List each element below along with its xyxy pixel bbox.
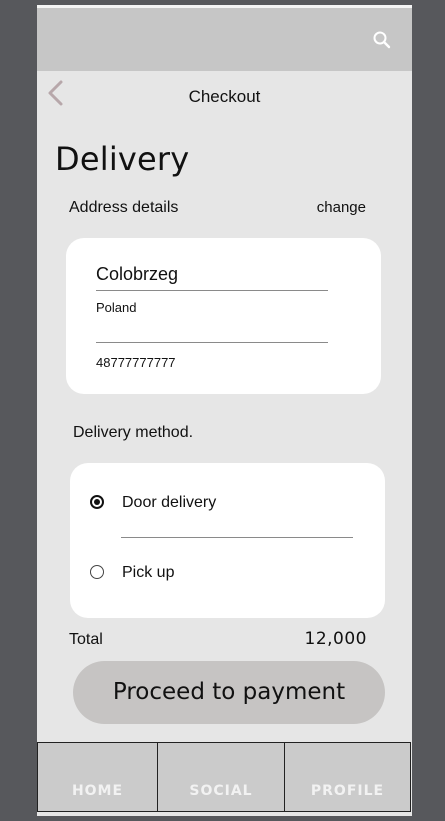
proceed-to-payment-button[interactable]: Proceed to payment (73, 661, 385, 724)
total-value: 12,000 (304, 629, 367, 649)
address-details-label: Address details (69, 199, 179, 216)
delivery-method-card: Door delivery Pick up (70, 463, 385, 618)
search-icon (373, 31, 391, 49)
option-label: Door delivery (122, 494, 217, 511)
tab-home[interactable]: HOME (37, 742, 158, 812)
tab-social[interactable]: SOCIAL (157, 742, 285, 812)
phone-field[interactable]: 48777777777 (96, 355, 176, 370)
country-field[interactable]: Poland (96, 300, 136, 315)
tab-label: SOCIAL (189, 783, 253, 799)
bottom-navigation: HOME SOCIAL PROFILE (37, 742, 412, 816)
phone-screen: Checkout Delivery Address details change… (37, 5, 412, 816)
divider (96, 342, 328, 343)
top-app-bar (37, 8, 412, 71)
page-title: Checkout (188, 87, 261, 106)
delivery-method-label: Delivery method. (73, 424, 194, 441)
delivery-heading: Delivery (55, 140, 190, 178)
tab-label: PROFILE (310, 783, 385, 799)
radio-button[interactable] (90, 565, 104, 579)
tab-profile[interactable]: PROFILE (284, 742, 411, 812)
tab-label: HOME (71, 783, 124, 799)
option-label: Pick up (122, 564, 175, 581)
search-button[interactable] (372, 30, 392, 50)
divider (121, 537, 353, 538)
divider (96, 290, 328, 291)
address-card: Colobrzeg Poland 48777777777 (66, 238, 381, 394)
city-field[interactable]: Colobrzeg (96, 264, 178, 285)
radio-button-selected[interactable] (90, 495, 104, 509)
total-label: Total (69, 631, 103, 648)
change-address-link[interactable]: change (317, 199, 366, 216)
